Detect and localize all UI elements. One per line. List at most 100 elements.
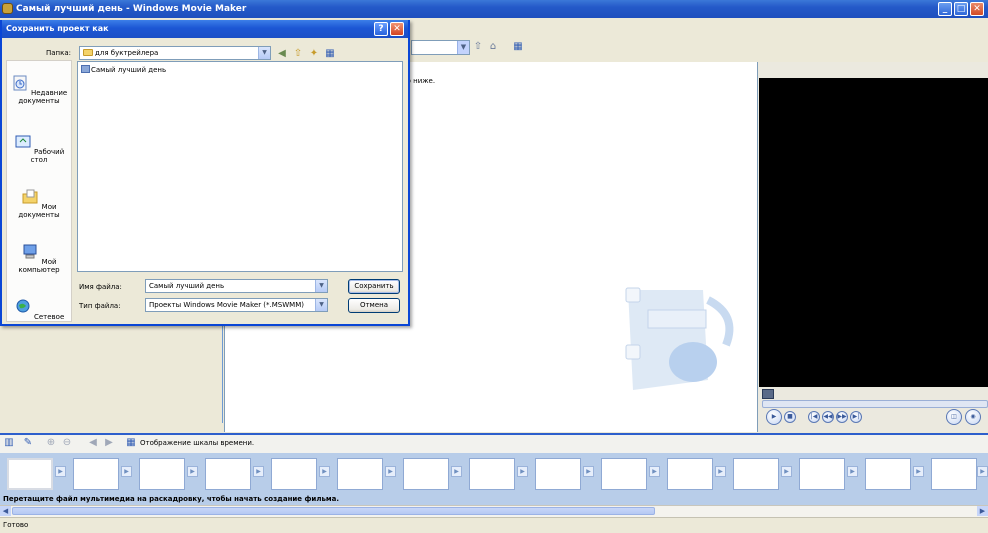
- movie-maker-app-icon: [2, 3, 13, 14]
- storyboard-frame[interactable]: [601, 458, 647, 490]
- chevron-down-icon: ▼: [315, 299, 327, 311]
- save-button[interactable]: Сохранить: [348, 279, 400, 294]
- place-network[interactable]: Сетевое: [7, 298, 71, 321]
- folder-icon: [83, 49, 93, 56]
- storyboard-frame[interactable]: [139, 458, 185, 490]
- filename-label: Имя файла:: [79, 283, 122, 291]
- maximize-button[interactable]: □: [954, 2, 968, 16]
- up-folder-icon[interactable]: ⇧: [472, 41, 484, 53]
- storyboard-frame[interactable]: [337, 458, 383, 490]
- filename-input[interactable]: Самый лучший день ▼: [145, 279, 328, 293]
- storyboard-frame[interactable]: [403, 458, 449, 490]
- place-my-computer[interactable]: Мой компьютер: [7, 243, 71, 274]
- storyboard: ▶ ▶ ▶ ▶ ▶ ▶ ▶ ▶ ▶ ▶ ▶ ▶ ▶ ▶ ▶: [0, 453, 988, 495]
- app-titlebar: Самый лучший день - Windows Movie Maker …: [0, 0, 988, 18]
- storyboard-view-icon[interactable]: ▥: [3, 437, 15, 449]
- transition-slot[interactable]: ▶: [187, 466, 198, 477]
- storyboard-frame[interactable]: [931, 458, 977, 490]
- back-icon[interactable]: ◀: [276, 48, 288, 60]
- help-button[interactable]: ?: [374, 22, 388, 36]
- place-desktop[interactable]: Рабочий стол: [7, 133, 71, 164]
- storyboard-frame[interactable]: [865, 458, 911, 490]
- zoom-out-icon[interactable]: ⊖: [61, 437, 73, 449]
- play-icon[interactable]: ▶: [766, 409, 782, 425]
- storyboard-frame[interactable]: [73, 458, 119, 490]
- storyboard-frame[interactable]: [733, 458, 779, 490]
- storyboard-frame[interactable]: [799, 458, 845, 490]
- transition-slot[interactable]: ▶: [583, 466, 594, 477]
- place-label: Рабочий стол: [30, 148, 65, 164]
- narrate-icon[interactable]: ✎: [22, 437, 34, 449]
- take-picture-icon[interactable]: ◉: [965, 409, 981, 425]
- chevron-down-icon: ▼: [258, 47, 270, 59]
- up-one-level-icon[interactable]: ⇧: [292, 48, 304, 60]
- storyboard-hint: Перетащите файл мультимедиа на раскадров…: [0, 494, 988, 505]
- preview-screen: [759, 78, 988, 387]
- storyboard-frame[interactable]: [667, 458, 713, 490]
- network-icon: [16, 299, 30, 313]
- transition-slot[interactable]: ▶: [977, 466, 988, 477]
- forward-icon[interactable]: ▶▶: [836, 411, 848, 423]
- storyboard-frame[interactable]: [205, 458, 251, 490]
- views-menu-icon[interactable]: ▦: [512, 41, 524, 53]
- storyboard-frame[interactable]: [469, 458, 515, 490]
- storyboard-scrollbar[interactable]: ◀ ▶: [0, 505, 988, 517]
- transition-slot[interactable]: ▶: [253, 466, 264, 477]
- file-list[interactable]: Самый лучший день: [77, 61, 403, 272]
- filename-input-value: Самый лучший день: [149, 282, 225, 290]
- play-timeline-icon[interactable]: ▶: [103, 437, 115, 449]
- transition-slot[interactable]: ▶: [121, 466, 132, 477]
- dialog-close-button[interactable]: ✕: [390, 22, 404, 36]
- zoom-in-icon[interactable]: ⊕: [45, 437, 57, 449]
- transition-slot[interactable]: ▶: [319, 466, 330, 477]
- cancel-button[interactable]: Отмена: [348, 298, 400, 313]
- transition-slot[interactable]: ▶: [649, 466, 660, 477]
- new-folder-icon[interactable]: ⌂: [487, 41, 499, 53]
- list-item[interactable]: Самый лучший день: [81, 65, 166, 75]
- status-bar: Готово: [0, 517, 988, 533]
- filetype-label: Тип файла:: [79, 302, 121, 310]
- transition-slot[interactable]: ▶: [385, 466, 396, 477]
- split-clip-icon[interactable]: ◫: [946, 409, 962, 425]
- close-button[interactable]: ✕: [970, 2, 984, 16]
- transition-slot[interactable]: ▶: [715, 466, 726, 477]
- transition-slot[interactable]: ▶: [451, 466, 462, 477]
- timeline-toggle-icon[interactable]: ▦: [125, 437, 137, 449]
- storyboard-frame[interactable]: [271, 458, 317, 490]
- place-my-documents[interactable]: Мои документы: [7, 188, 71, 219]
- view-menu-icon[interactable]: ▦: [324, 48, 336, 60]
- my-computer-icon: [23, 244, 37, 259]
- next-frame-icon[interactable]: ▶|: [850, 411, 862, 423]
- previous-frame-icon[interactable]: |◀: [808, 411, 820, 423]
- screen-mode-icon[interactable]: [762, 389, 774, 399]
- create-new-folder-icon[interactable]: ✦: [308, 48, 320, 60]
- filetype-select-value: Проекты Windows Movie Maker (*.MSWMM): [149, 301, 304, 309]
- place-recent-documents[interactable]: Недавние документы: [7, 74, 71, 105]
- rewind-icon[interactable]: ◀◀: [822, 411, 834, 423]
- scroll-right-icon[interactable]: ▶: [977, 506, 988, 516]
- transition-slot[interactable]: ▶: [55, 466, 66, 477]
- dialog-title: Сохранить проект как: [2, 20, 408, 38]
- collections-combo[interactable]: ▼: [411, 40, 470, 55]
- minimize-button[interactable]: _: [938, 2, 952, 16]
- seek-bar[interactable]: [762, 400, 988, 408]
- rewind-timeline-icon[interactable]: ◀: [87, 437, 99, 449]
- transition-slot[interactable]: ▶: [913, 466, 924, 477]
- scroll-left-icon[interactable]: ◀: [0, 506, 11, 516]
- storyboard-frame[interactable]: [7, 458, 53, 490]
- playback-controls: ▶ ■ |◀ ◀◀ ▶▶ ▶| ◫ ◉: [760, 388, 988, 432]
- movie-maker-logo-icon: [625, 287, 734, 390]
- storyboard-frame[interactable]: [535, 458, 581, 490]
- file-name: Самый лучший день: [91, 66, 167, 74]
- folder-select[interactable]: для буктрейлера ▼: [79, 46, 271, 60]
- my-documents-icon: [22, 189, 38, 204]
- transition-slot[interactable]: ▶: [781, 466, 792, 477]
- folder-label: Папка:: [46, 49, 72, 57]
- scroll-thumb[interactable]: [12, 507, 655, 515]
- transition-slot[interactable]: ▶: [517, 466, 528, 477]
- places-bar: Недавние документы Рабочий стол Мои доку…: [6, 60, 72, 322]
- timeline-toggle-label[interactable]: Отображение шкалы времени.: [140, 439, 254, 447]
- filetype-select[interactable]: Проекты Windows Movie Maker (*.MSWMM) ▼: [145, 298, 328, 312]
- transition-slot[interactable]: ▶: [847, 466, 858, 477]
- stop-icon[interactable]: ■: [784, 411, 796, 423]
